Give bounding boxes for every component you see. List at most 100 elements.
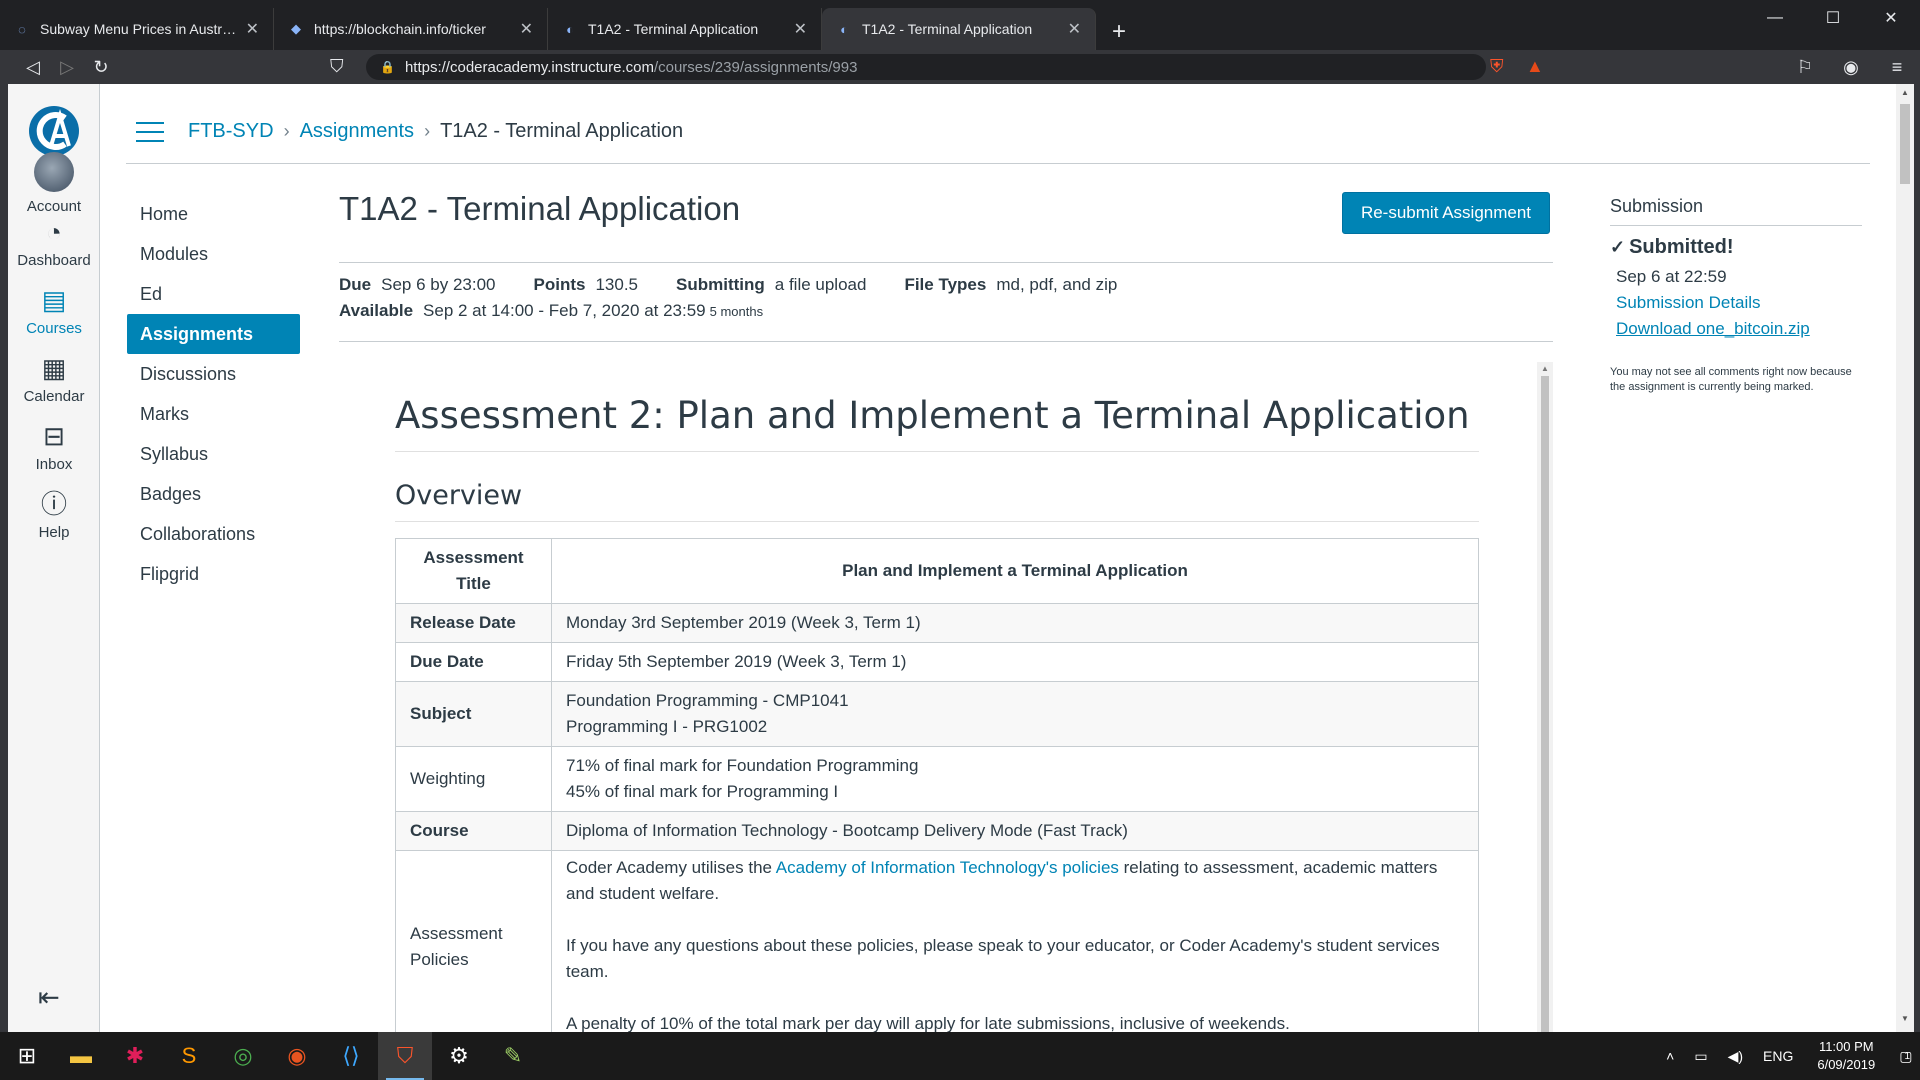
global-nav-label: Account (26, 198, 82, 215)
vscode-icon[interactable]: ⟨⟩ (324, 1032, 378, 1080)
clock[interactable]: 11:00 PM 6/09/2019 (1817, 1038, 1875, 1074)
course-nav-flipgrid[interactable]: Flipgrid (127, 554, 300, 594)
page-scrollbar[interactable]: ▲ ▼ (1896, 84, 1914, 1032)
course-nav-syllabus[interactable]: Syllabus (127, 434, 300, 474)
brave-icon[interactable]: ⛉ (378, 1032, 432, 1080)
breadcrumb-assignments-link[interactable]: Assignments (300, 120, 415, 143)
tab-title: T1A2 - Terminal Application (588, 21, 759, 37)
course-nav-ed[interactable]: Ed (127, 274, 300, 314)
submitting-label: Submitting (676, 275, 765, 294)
app-icon[interactable]: ✎ (486, 1032, 540, 1080)
course-nav-collaborations[interactable]: Collaborations (127, 514, 300, 554)
browser-tab[interactable]: ◌ Subway Menu Prices in Australia ( ✕ (0, 8, 274, 50)
description-heading: Assessment 2: Plan and Implement a Termi… (395, 394, 1479, 452)
table-key: Subject (395, 681, 552, 747)
canvas-favicon-icon: ◐ (566, 21, 574, 37)
course-nav-modules[interactable]: Modules (127, 234, 300, 274)
sublime-icon[interactable]: S (162, 1032, 216, 1080)
file-explorer-icon[interactable]: ▬ (54, 1032, 108, 1080)
submission-details-link[interactable]: Submission Details (1616, 293, 1862, 313)
scrollbar-thumb[interactable] (1900, 104, 1910, 184)
table-value-line: 45% of final mark for Programming I (566, 782, 839, 801)
resubmit-assignment-button[interactable]: Re-submit Assignment (1342, 192, 1550, 234)
global-nav-label: Inbox (35, 456, 73, 473)
table-key: Assessment Title (395, 538, 552, 604)
profile-icon[interactable]: ◉ (1828, 57, 1874, 78)
new-tab-button[interactable]: + (1096, 8, 1142, 50)
download-file-link[interactable]: Download one_bitcoin.zip (1616, 319, 1862, 339)
brave-rewards-icon[interactable]: ▲ (1526, 56, 1544, 77)
back-icon[interactable]: ◁ (16, 50, 50, 84)
slack-icon[interactable]: ✱ (108, 1032, 162, 1080)
global-nav-label: Courses (26, 320, 82, 337)
course-nav-marks[interactable]: Marks (127, 394, 300, 434)
table-value-line: Foundation Programming - CMP1041 (566, 691, 849, 710)
browser-tab[interactable]: ◐ T1A2 - Terminal Application ✕ (548, 8, 822, 50)
global-nav-label: Calendar (23, 388, 85, 405)
course-nav-badges[interactable]: Badges (127, 474, 300, 514)
subway-favicon-icon: ◌ (18, 21, 26, 37)
language-indicator[interactable]: ENG (1763, 1048, 1793, 1064)
volume-icon[interactable]: ◀) (1728, 1048, 1743, 1065)
scroll-down-icon[interactable]: ▼ (1901, 1014, 1909, 1023)
reload-icon[interactable]: ↻ (84, 50, 118, 84)
global-nav-calendar[interactable]: ▦ Calendar (8, 352, 100, 405)
chevron-up-icon[interactable]: ˄ (1666, 1048, 1674, 1064)
close-tab-icon[interactable]: ✕ (246, 19, 259, 39)
url-host: https://coderacademy.instructure.com (404, 58, 654, 76)
filetypes-label: File Types (904, 275, 987, 294)
marking-note: You may not see all comments right now b… (1610, 366, 1852, 393)
global-nav-help[interactable]: ⓘ Help (8, 488, 100, 541)
bookmark-icon[interactable]: ⛉ (330, 56, 344, 77)
extension-icon[interactable]: ⚐ (1782, 57, 1828, 78)
breadcrumb-course-link[interactable]: FTB-SYD (188, 120, 274, 143)
checkmark-icon: ✓ (1610, 237, 1626, 257)
inbox-icon: ⊟ (43, 421, 65, 451)
window-frame-left (0, 84, 8, 1032)
table-key: Assessment Policies (395, 850, 552, 1032)
canvas-logo[interactable] (27, 104, 81, 158)
maximize-icon[interactable]: ☐ (1804, 0, 1862, 36)
browser-tab-active[interactable]: ◐ T1A2 - Terminal Application ✕ (822, 8, 1096, 50)
notifications-count: 1 (1904, 1050, 1910, 1062)
policy-text: Coder Academy utilises the (566, 858, 776, 877)
close-window-icon[interactable]: ✕ (1862, 0, 1920, 36)
policies-link[interactable]: Academy of Information Technology's poli… (776, 858, 1119, 877)
close-tab-icon[interactable]: ✕ (794, 19, 807, 39)
global-nav-inbox[interactable]: ⊟ Inbox (8, 420, 100, 473)
course-nav-home[interactable]: Home (127, 194, 300, 234)
window-frame-right (1914, 84, 1920, 1032)
chrome-icon[interactable]: ◎ (216, 1032, 270, 1080)
forward-icon[interactable]: ▷ (50, 50, 84, 84)
table-value: Friday 5th September 2019 (Week 3, Term … (551, 642, 1479, 682)
course-nav-assignments[interactable]: Assignments (127, 314, 300, 354)
address-bar[interactable]: 🔒 https://coderacademy.instructure.com/c… (366, 54, 1486, 80)
clock-time: 11:00 PM (1818, 1039, 1874, 1054)
ubuntu-icon[interactable]: ◉ (270, 1032, 324, 1080)
settings-icon[interactable]: ⚙ (432, 1032, 486, 1080)
minimize-icon[interactable]: — (1746, 0, 1804, 36)
windows-start-icon[interactable]: ⊞ (0, 1032, 54, 1080)
description-scrollbar[interactable]: ▲ (1537, 362, 1553, 1032)
global-nav-courses[interactable]: ▤ Courses (8, 284, 100, 337)
policy-paragraph: A penalty of 10% of the total mark per d… (566, 1014, 1290, 1032)
brave-shields-icon[interactable]: ⛨ (1490, 56, 1504, 77)
close-tab-icon[interactable]: ✕ (1068, 19, 1081, 39)
close-tab-icon[interactable]: ✕ (520, 19, 533, 39)
course-nav-discussions[interactable]: Discussions (127, 354, 300, 394)
browser-tab[interactable]: ◆ https://blockchain.info/ticker ✕ (274, 8, 548, 50)
hamburger-menu-icon[interactable] (136, 121, 164, 142)
lock-icon: 🔒 (380, 60, 395, 74)
collapse-nav-icon[interactable]: ⇤ (38, 982, 60, 1013)
global-nav-dashboard[interactable]: ◔ Dashboard (8, 216, 100, 269)
submission-heading: Submission (1610, 196, 1862, 226)
battery-icon[interactable]: ▭ (1694, 1048, 1707, 1065)
global-nav-account[interactable]: Account (8, 152, 100, 215)
menu-icon[interactable]: ≡ (1874, 57, 1920, 78)
toolbar-right: ⚐ ◉ ≡ (1782, 50, 1920, 84)
scrollbar-thumb[interactable] (1541, 376, 1549, 1032)
tab-title: Subway Menu Prices in Australia ( (40, 21, 238, 37)
chevron-right-icon: › (283, 121, 290, 141)
scroll-up-icon[interactable]: ▲ (1541, 364, 1549, 373)
scroll-up-icon[interactable]: ▲ (1901, 88, 1909, 97)
